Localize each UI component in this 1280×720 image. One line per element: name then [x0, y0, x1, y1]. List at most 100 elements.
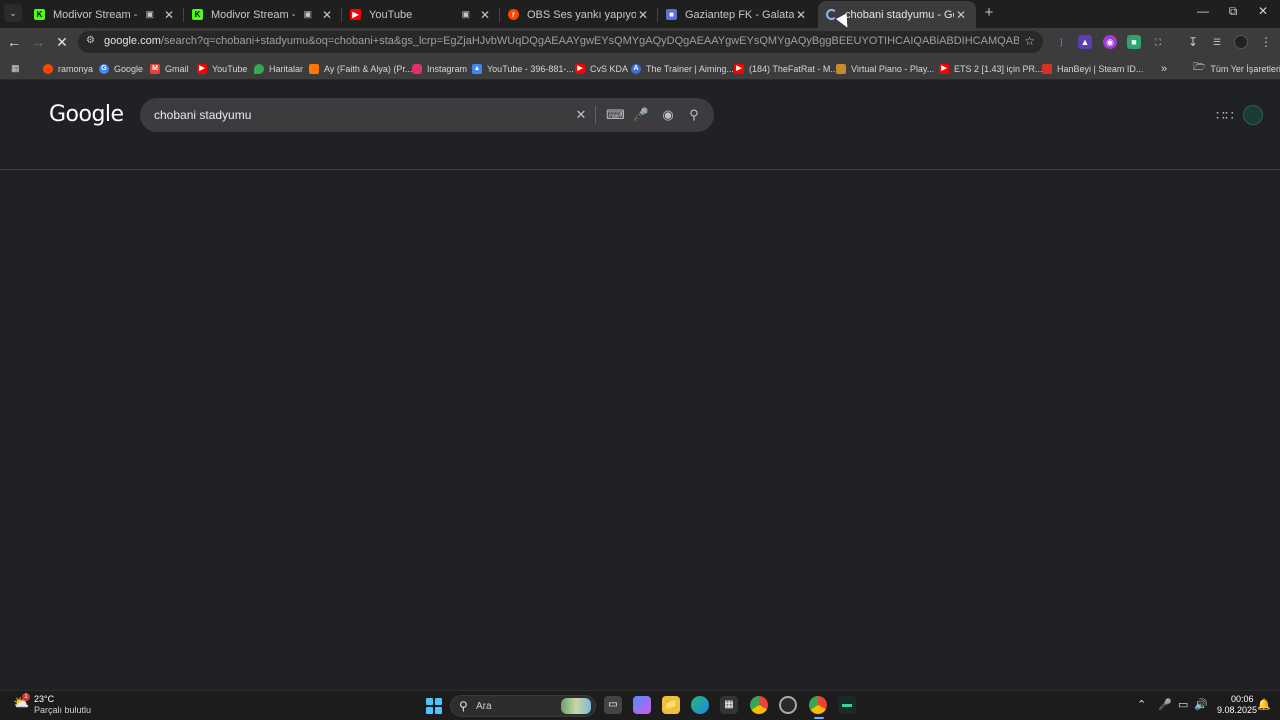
chrome-active-icon[interactable]	[809, 696, 827, 714]
search-icon: ⚲	[459, 699, 468, 713]
task-view-icon[interactable]: ▭	[604, 696, 622, 714]
folder-icon: 🗁	[1193, 62, 1206, 73]
keyboard-icon[interactable]: ⌨	[606, 106, 625, 124]
bookmark-faith-alya[interactable]: Ay (Faith & Alya) (Pr...	[309, 61, 412, 76]
more-bookmarks-icon[interactable]: »	[1161, 61, 1167, 76]
extensions-puzzle-icon[interactable]: ⛶	[1151, 35, 1165, 49]
new-tab-button[interactable]: +	[981, 5, 997, 21]
more-menu-icon[interactable]: ⋮	[1259, 35, 1273, 49]
media-playing-icon[interactable]: ▣	[461, 9, 470, 20]
tab-title: Modivor Stream - Watch Li	[53, 8, 138, 21]
extension-green-icon[interactable]: ■	[1127, 35, 1141, 49]
bookmark-label: HanBeyi | Steam ID...	[1057, 63, 1144, 74]
bookmark-youtube-396[interactable]: ▲ YouTube - 396-881-...	[472, 61, 574, 76]
bookmark-gmail[interactable]: M Gmail	[150, 61, 189, 76]
file-explorer-icon[interactable]: 📁	[662, 696, 680, 714]
site-info-icon[interactable]: ⚙	[86, 35, 95, 46]
extension-purple-icon[interactable]: ▲	[1078, 35, 1092, 49]
copilot-icon[interactable]	[633, 696, 651, 714]
tab-title: Modivor Stream - Kick Das	[211, 8, 296, 21]
bookmark-label: YouTube	[212, 63, 248, 74]
search-highlight-art	[561, 698, 591, 714]
clock-time[interactable]: 00:06	[1231, 694, 1254, 704]
all-bookmarks-button[interactable]: 🗁 Tüm Yer İşaretleri	[1193, 61, 1280, 76]
bookmark-haritalar[interactable]: Haritalar	[254, 61, 303, 76]
microphone-icon[interactable]: 🎤	[632, 106, 650, 124]
tab-search-button[interactable]: ⌄	[4, 4, 22, 22]
tab-obs-reddit[interactable]: r OBS Ses yankı yapıyor, ÇÖZÜLD ✕	[500, 1, 658, 28]
tab-gaziantep-galatasaray[interactable]: ■ Gaziantep FK - Galatasaray canl ✕	[658, 1, 816, 28]
close-window-icon[interactable]: ✕	[1253, 4, 1273, 18]
bookmark-the-trainer[interactable]: A The Trainer | Aiming...	[631, 61, 734, 76]
youtube-icon: ▶	[350, 9, 361, 20]
search-icon[interactable]: ⚲	[685, 106, 703, 124]
apps-grid-icon[interactable]: ▦	[11, 61, 20, 76]
network-icon[interactable]: ▭	[1178, 698, 1188, 711]
tab-youtube[interactable]: ▶ YouTube ▣ ✕	[342, 1, 500, 28]
account-avatar[interactable]	[1243, 105, 1263, 125]
tab-modivor-watch[interactable]: K Modivor Stream - Watch Li ▣ ✕	[26, 1, 184, 28]
close-tab-icon[interactable]: ✕	[320, 8, 334, 22]
windows-start-icon[interactable]	[426, 698, 442, 714]
media-playing-icon[interactable]: ▣	[303, 9, 312, 20]
bookmark-cvs-kda[interactable]: ▶ CvS KDA	[575, 61, 628, 76]
forward-arrow-icon[interactable]: →	[30, 34, 46, 50]
bookmark-hanbeyi[interactable]: HanBeyi | Steam ID...	[1042, 61, 1143, 76]
clear-icon[interactable]: ✕	[572, 106, 590, 124]
extension-pink-icon[interactable]: ◉	[1103, 35, 1117, 49]
aim-icon: A	[631, 63, 641, 74]
weather-temp[interactable]: 23°C	[34, 694, 54, 704]
minimize-icon[interactable]: —	[1193, 4, 1213, 18]
store-icon[interactable]: ▦	[720, 696, 738, 714]
google-apps-icon[interactable]: ∷∷	[1216, 107, 1234, 124]
close-tab-icon[interactable]: ✕	[478, 8, 492, 22]
tab-modivor-kick[interactable]: K Modivor Stream - Kick Das ▣ ✕	[184, 1, 342, 28]
bookmark-youtube[interactable]: ▶ YouTube	[197, 61, 247, 76]
search-query[interactable]: chobani stadyumu	[154, 108, 251, 122]
chrome-icon[interactable]	[750, 696, 768, 714]
bookmark-thefatrat[interactable]: ▶ (184) TheFatRat - M...	[734, 61, 838, 76]
taskbar-search[interactable]: ⚲ Ara	[450, 695, 596, 717]
media-queue-icon[interactable]: ☰	[1210, 35, 1224, 49]
stream-icon: ■	[666, 9, 677, 20]
bookmark-ramonya[interactable]: ramonya	[43, 61, 93, 76]
back-arrow-icon[interactable]: ←	[6, 34, 22, 50]
bookmark-ets2[interactable]: ▶ ETS 2 [1.43] için PR...	[939, 61, 1043, 76]
bookmark-label: Virtual Piano - Play...	[851, 63, 935, 74]
bookmark-star-icon[interactable]: ☆	[1024, 34, 1035, 48]
media-playing-icon[interactable]: ▣	[145, 9, 154, 20]
browser-toolbar: ← → ✕ ⚙ google.com/search?q=chobani+stad…	[0, 28, 1280, 57]
restore-icon[interactable]: ⧉	[1223, 4, 1243, 19]
search-box[interactable]: chobani stadyumu ✕ ⌨ 🎤 ◉ ⚲	[140, 98, 714, 132]
download-icon[interactable]: ↧	[1186, 35, 1200, 49]
obs-icon[interactable]	[779, 696, 797, 714]
google-logo[interactable]: Google	[49, 102, 124, 127]
tray-chevron-icon[interactable]: ⌃	[1137, 698, 1146, 711]
taskbar-search-placeholder: Ara	[476, 701, 492, 712]
close-tab-icon[interactable]: ✕	[954, 8, 968, 22]
bookmark-label: Gmail	[165, 63, 189, 74]
microphone-tray-icon[interactable]: 🎤	[1158, 698, 1172, 711]
address-bar[interactable]: ⚙ google.com/search?q=chobani+stadyumu&o…	[78, 31, 1043, 53]
lens-camera-icon[interactable]: ◉	[659, 106, 677, 124]
edge-icon[interactable]	[691, 696, 709, 714]
clock-date[interactable]: 9.08.2025	[1217, 705, 1257, 715]
bookmark-instagram[interactable]: Instagram	[412, 61, 467, 76]
weather-desc[interactable]: Parçalı bulutlu	[34, 705, 91, 715]
close-tab-icon[interactable]: ✕	[636, 8, 650, 22]
piano-icon	[836, 63, 846, 74]
close-tab-icon[interactable]: ✕	[794, 8, 808, 22]
url-text[interactable]: google.com/search?q=chobani+stadyumu&oq=…	[104, 35, 1019, 47]
extension-translate-icon[interactable]: ❳	[1054, 35, 1068, 49]
gmail-icon: M	[150, 63, 160, 74]
close-tab-icon[interactable]: ✕	[162, 8, 176, 22]
stop-loading-icon[interactable]: ✕	[54, 34, 70, 50]
volume-icon[interactable]: 🔊	[1194, 698, 1208, 711]
notification-bell-icon[interactable]: 🔔	[1257, 698, 1271, 711]
bookmark-label: Ay (Faith & Alya) (Pr...	[324, 63, 413, 74]
bookmark-google[interactable]: G Google	[99, 61, 143, 76]
bookmark-virtual-piano[interactable]: Virtual Piano - Play...	[836, 61, 934, 76]
profile-avatar[interactable]	[1234, 35, 1248, 49]
terminal-icon[interactable]: ▬	[838, 696, 856, 714]
search-divider	[595, 106, 596, 124]
